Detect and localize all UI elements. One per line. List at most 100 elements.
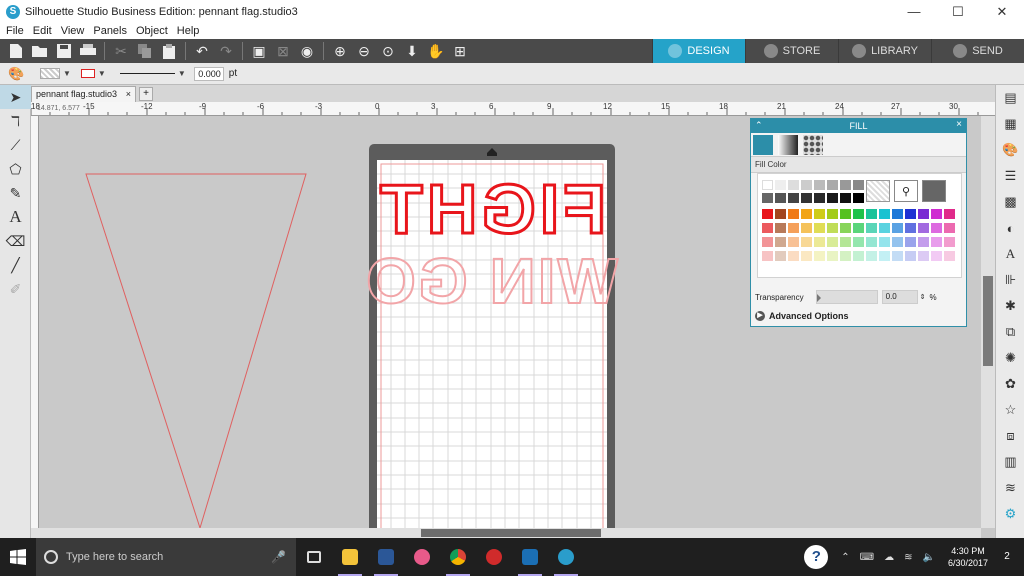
- color-swatch[interactable]: [918, 251, 929, 261]
- design-tab[interactable]: DESIGN: [652, 39, 745, 63]
- color-swatch[interactable]: [879, 237, 890, 247]
- cut-icon[interactable]: ✂: [110, 41, 132, 61]
- line-tool-icon[interactable]: ⟋: [0, 133, 31, 157]
- color-swatch[interactable]: [944, 209, 955, 219]
- taskbar-search-box[interactable]: Type here to search 🎤: [36, 538, 296, 576]
- network-icon[interactable]: ≋: [904, 552, 912, 563]
- color-swatch[interactable]: [840, 193, 851, 203]
- paste-icon[interactable]: [158, 41, 180, 61]
- pixscan-icon[interactable]: ▦: [996, 111, 1024, 137]
- color-swatch[interactable]: [840, 251, 851, 261]
- color-swatch[interactable]: [801, 237, 812, 247]
- color-swatch[interactable]: [905, 223, 916, 233]
- eyedropper-icon[interactable]: ✐: [0, 277, 31, 301]
- line-style-dropdown-icon[interactable]: ▼: [178, 69, 186, 78]
- pattern-fill-icon[interactable]: [803, 134, 823, 155]
- no-fill-swatch[interactable]: [866, 180, 890, 202]
- vertical-scroll-thumb[interactable]: [983, 276, 993, 366]
- color-swatch[interactable]: [879, 209, 890, 219]
- document-tab[interactable]: pennant flag.studio3 ×: [31, 86, 136, 102]
- line-style-icon[interactable]: ☰: [996, 163, 1024, 189]
- settings-gear-icon[interactable]: ⚙: [996, 501, 1024, 527]
- show-hidden-icons-icon[interactable]: ⌃: [841, 552, 849, 563]
- color-swatch[interactable]: [801, 251, 812, 261]
- color-swatch[interactable]: [801, 209, 812, 219]
- color-swatch[interactable]: [814, 251, 825, 261]
- transparency-input[interactable]: 0.0: [881, 290, 918, 304]
- color-swatch[interactable]: [814, 237, 825, 247]
- color-swatch[interactable]: [892, 209, 903, 219]
- color-swatch[interactable]: [866, 237, 877, 247]
- redo-icon[interactable]: ↷: [215, 41, 237, 61]
- color-swatch[interactable]: [944, 223, 955, 233]
- layers-icon[interactable]: ⧈: [996, 423, 1024, 449]
- menu-help[interactable]: Help: [177, 25, 200, 37]
- color-swatch[interactable]: [762, 237, 773, 247]
- close-button[interactable]: ✕: [980, 0, 1024, 23]
- undo-icon[interactable]: ↶: [191, 41, 213, 61]
- horizontal-scrollbar[interactable]: [31, 528, 981, 538]
- pennant-shape[interactable]: [85, 173, 307, 528]
- color-swatch[interactable]: [762, 209, 773, 219]
- color-swatch[interactable]: [892, 223, 903, 233]
- menu-view[interactable]: View: [61, 25, 85, 37]
- design-text-win-go[interactable]: WIN GO: [363, 244, 619, 318]
- menu-edit[interactable]: Edit: [33, 25, 52, 37]
- send-tab[interactable]: SEND: [931, 39, 1024, 63]
- menu-panels[interactable]: Panels: [93, 25, 127, 37]
- color-swatch[interactable]: [827, 180, 838, 190]
- color-swatch[interactable]: [788, 223, 799, 233]
- library-tab[interactable]: LIBRARY: [838, 39, 931, 63]
- system-clock[interactable]: 4:30 PM 6/30/2017: [948, 545, 988, 569]
- menu-object[interactable]: Object: [136, 25, 168, 37]
- color-swatch[interactable]: [866, 223, 877, 233]
- transparency-stepper-icon[interactable]: ⇕: [920, 293, 926, 301]
- maximize-button[interactable]: ☐: [936, 0, 980, 23]
- color-swatch[interactable]: [775, 223, 786, 233]
- minimize-button[interactable]: —: [892, 0, 936, 23]
- vertical-scrollbar[interactable]: [981, 116, 995, 528]
- color-swatch[interactable]: [853, 193, 864, 203]
- color-swatch[interactable]: [827, 209, 838, 219]
- color-swatch[interactable]: [892, 251, 903, 261]
- red-app-icon[interactable]: [476, 538, 512, 576]
- color-swatch[interactable]: [853, 209, 864, 219]
- new-document-icon[interactable]: [5, 41, 27, 61]
- fill-dropdown-icon[interactable]: ▼: [63, 69, 71, 78]
- select-by-color-icon[interactable]: ◉: [296, 41, 318, 61]
- page-setup-icon[interactable]: ▤: [996, 85, 1024, 111]
- color-swatch[interactable]: [879, 251, 890, 261]
- color-swatch[interactable]: [827, 237, 838, 247]
- file-explorer-icon[interactable]: [332, 538, 368, 576]
- zoom-out-icon[interactable]: ⊖: [353, 41, 375, 61]
- color-swatch[interactable]: [931, 251, 942, 261]
- edit-points-icon[interactable]: ℸ: [0, 109, 31, 133]
- chrome-icon[interactable]: [440, 538, 476, 576]
- color-swatch[interactable]: [814, 180, 825, 190]
- solid-fill-icon[interactable]: [753, 134, 773, 155]
- select-arrow-icon[interactable]: ➤: [0, 85, 31, 109]
- color-swatch[interactable]: [775, 193, 786, 203]
- task-view-icon[interactable]: [296, 538, 332, 576]
- color-swatch[interactable]: [788, 180, 799, 190]
- color-swatch[interactable]: [931, 223, 942, 233]
- word-icon[interactable]: [368, 538, 404, 576]
- print-icon[interactable]: [77, 41, 99, 61]
- palette-icon[interactable]: 🎨: [8, 66, 24, 82]
- transform-icon[interactable]: ✱: [996, 293, 1024, 319]
- color-swatch[interactable]: [866, 251, 877, 261]
- color-swatch[interactable]: [879, 223, 890, 233]
- trace-icon[interactable]: ▥: [996, 449, 1024, 475]
- eraser-icon[interactable]: ⌫: [0, 229, 31, 253]
- color-swatch[interactable]: [866, 209, 877, 219]
- color-swatch[interactable]: [931, 209, 942, 219]
- menu-file[interactable]: File: [6, 25, 24, 37]
- onedrive-cloud-icon[interactable]: ☁: [884, 552, 894, 563]
- color-swatch[interactable]: [775, 251, 786, 261]
- select-all-icon[interactable]: ▣: [248, 41, 270, 61]
- color-swatch[interactable]: [840, 209, 851, 219]
- close-tab-icon[interactable]: ×: [126, 89, 131, 99]
- fill-swatch[interactable]: [40, 68, 60, 79]
- color-swatch[interactable]: [918, 237, 929, 247]
- text-tool-icon[interactable]: A: [0, 205, 31, 229]
